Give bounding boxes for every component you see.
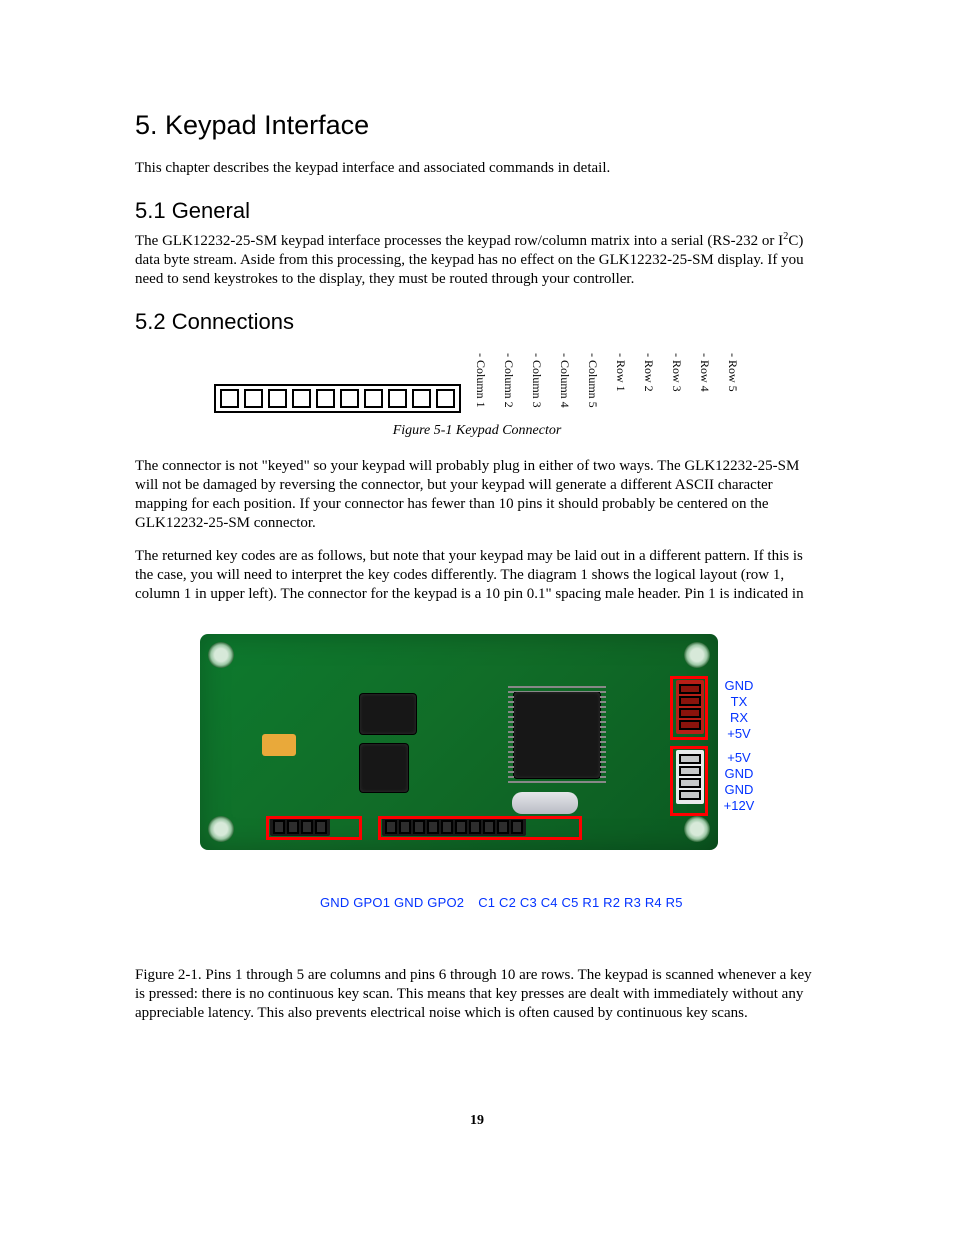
mounting-hole-icon	[684, 816, 710, 842]
pin-label: - Row 2	[633, 351, 656, 408]
mounting-hole-icon	[208, 642, 234, 668]
pin-slot	[436, 389, 455, 408]
highlight-box	[378, 816, 582, 840]
pin-label: GND	[724, 678, 755, 694]
page-number: 19	[135, 1113, 819, 1129]
connections-paragraph-2: The returned key codes are as follows, b…	[135, 547, 819, 604]
pin-label: - Column 1	[465, 351, 488, 408]
pin-label: +12V	[724, 798, 755, 814]
pin-slot	[388, 389, 407, 408]
pin-slot	[412, 389, 431, 408]
pin-label: - Row 4	[689, 351, 712, 408]
connections-paragraph-1: The connector is not "keyed" so your key…	[135, 457, 819, 533]
mounting-hole-icon	[684, 642, 710, 668]
pin-label: RX	[724, 710, 755, 726]
pin-label: GND	[724, 766, 755, 782]
pin-label: - Column 5	[577, 351, 600, 408]
figure-caption: Figure 5-1 Keypad Connector	[135, 423, 819, 439]
pin-label: - Column 3	[521, 351, 544, 408]
pin-slot	[220, 389, 239, 408]
after-pcb-paragraph: Figure 2-1. Pins 1 through 5 are columns…	[135, 966, 819, 1023]
ic-chip-icon	[360, 744, 408, 792]
pin-label: - Column 4	[549, 351, 572, 408]
crystal-icon	[512, 792, 578, 814]
figure-pcb: GND TX RX +5V +5V GND GND +12V GND GPO1 …	[135, 634, 819, 940]
highlight-box	[670, 746, 708, 816]
pin-slot	[244, 389, 263, 408]
pin-label: - Row 5	[717, 351, 740, 408]
pcb-bottom-labels: GND GPO1 GND GPO2 C1 C2 C3 C4 C5 R1 R2 R3…	[135, 865, 819, 940]
pin-label-group: C1 C2 C3 C4 C5 R1 R2 R3 R4 R5	[478, 895, 683, 910]
intro-paragraph: This chapter describes the keypad interf…	[135, 159, 819, 178]
figure-keypad-connector: - Column 1 - Column 2 - Column 3 - Colum…	[135, 349, 819, 413]
capacitor-icon	[262, 734, 296, 756]
pcb-board	[200, 634, 718, 850]
microcontroller-icon	[514, 692, 600, 778]
pin-label-group: GND GPO1 GND GPO2	[320, 895, 464, 910]
pin-label: +5V	[724, 750, 755, 766]
pin-slot	[316, 389, 335, 408]
general-paragraph: The GLK12232-25-SM keypad interface proc…	[135, 232, 819, 289]
pin-label: - Row 3	[661, 351, 684, 408]
heading-connections: 5.2 Connections	[135, 309, 819, 335]
connector-outline	[214, 384, 461, 413]
pin-label: - Row 1	[605, 351, 628, 408]
highlight-box	[266, 816, 362, 840]
pin-labels-row: - Column 1 - Column 2 - Column 3 - Colum…	[465, 351, 740, 408]
pin-slot	[292, 389, 311, 408]
pin-label: TX	[724, 694, 755, 710]
pin-label: +5V	[724, 726, 755, 742]
pin-label: - Column 2	[493, 351, 516, 408]
heading-chapter: 5. Keypad Interface	[135, 110, 819, 141]
document-page: 5. Keypad Interface This chapter describ…	[0, 0, 954, 1189]
ic-chip-icon	[360, 694, 416, 734]
pcb-side-labels: GND TX RX +5V +5V GND GND +12V	[724, 678, 755, 814]
pin-label: GND	[724, 782, 755, 798]
pin-slot	[340, 389, 359, 408]
text: The GLK12232-25-SM keypad interface proc…	[135, 233, 783, 249]
heading-general: 5.1 General	[135, 198, 819, 224]
mounting-hole-icon	[208, 816, 234, 842]
pin-slot	[364, 389, 383, 408]
highlight-box	[670, 676, 708, 740]
pin-slot	[268, 389, 287, 408]
